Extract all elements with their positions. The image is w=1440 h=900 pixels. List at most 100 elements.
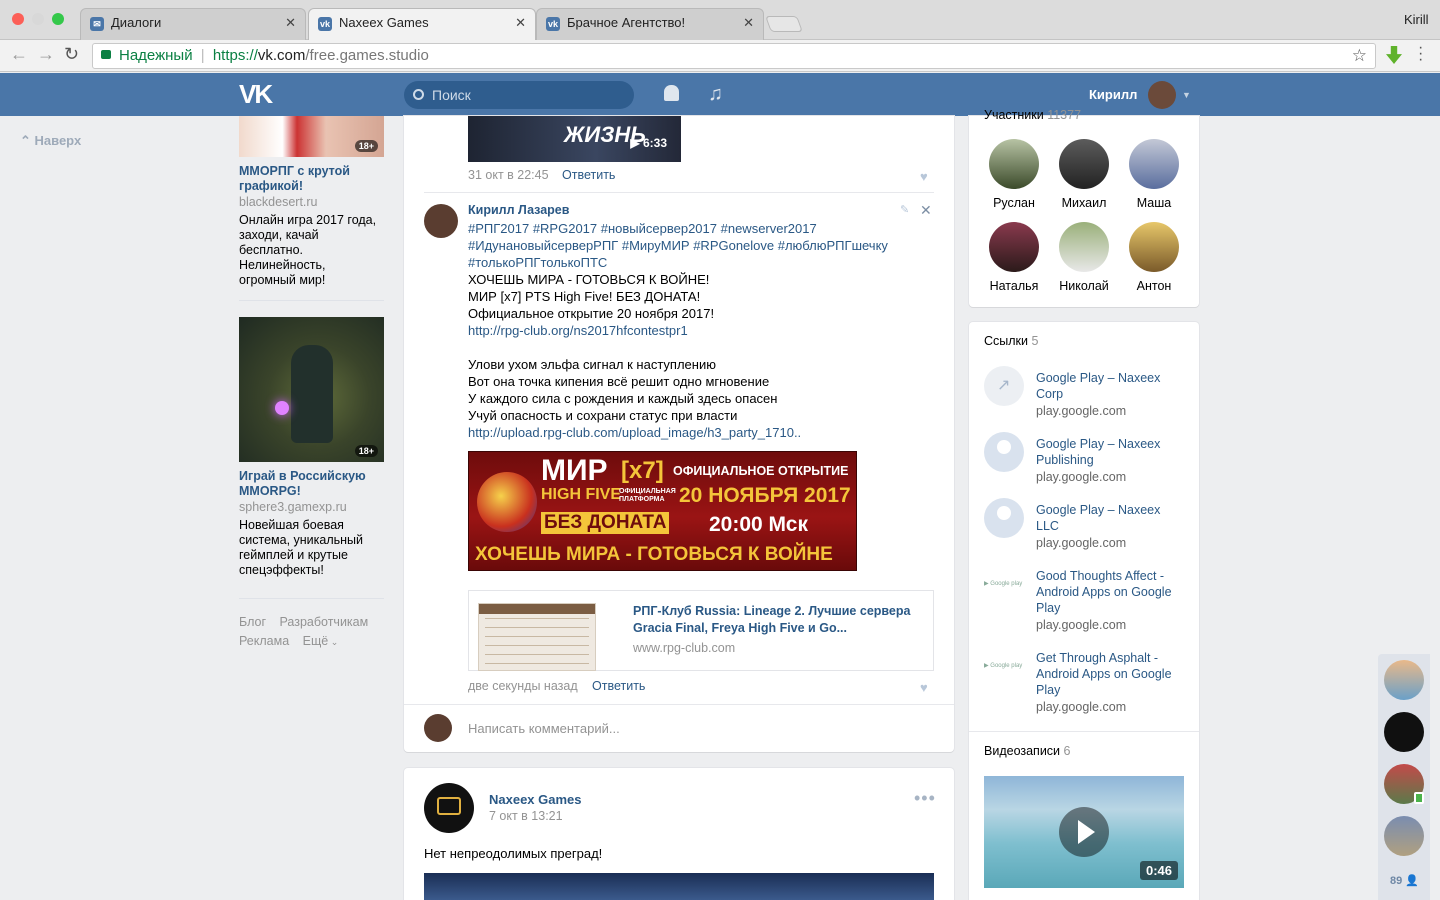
- member-avatar[interactable]: [1059, 139, 1109, 189]
- ad-title[interactable]: ММОРПГ с крутой графикой!: [239, 164, 384, 194]
- link-snippet-title[interactable]: РПГ-Клуб Russia: Lineage 2. Лучшие серве…: [633, 603, 919, 637]
- comment-time[interactable]: две секунды назад: [468, 679, 578, 693]
- bookmark-star-icon[interactable]: ☆: [1352, 46, 1367, 66]
- member-name[interactable]: Антон: [1119, 279, 1189, 293]
- video-thumbnail[interactable]: ЖИЗНЬ ▶ 6:33: [468, 116, 681, 162]
- links-header[interactable]: Ссылки 5: [984, 334, 1038, 348]
- hashtags-line[interactable]: #РПГ2017 #RPG2017 #новыйсервер2017 #news…: [468, 220, 817, 237]
- footer-ads-link[interactable]: Реклама: [239, 634, 289, 648]
- comment-input[interactable]: Написать комментарий...: [468, 721, 620, 736]
- menu-kebab-icon[interactable]: · · ·: [1418, 40, 1423, 68]
- video-thumbnail[interactable]: 0:46: [984, 776, 1184, 888]
- promo-banner-image[interactable]: МИР [x7] HIGH FIVE ОФИЦИАЛЬНАЯ ПЛАТФОРМА…: [468, 451, 857, 571]
- ad-image[interactable]: 18+: [239, 116, 384, 157]
- ad-domain[interactable]: sphere3.gamexp.ru: [239, 500, 347, 514]
- chat-contact-avatar[interactable]: [1384, 816, 1424, 856]
- vk-favicon-icon: vk: [318, 17, 332, 31]
- ad-text[interactable]: Новейшая боевая система, уникальный гейм…: [239, 518, 384, 578]
- ad-text[interactable]: Онлайн игра 2017 года, заходи, качай бес…: [239, 213, 384, 288]
- footer-developers-link[interactable]: Разработчикам: [280, 615, 369, 629]
- chat-contact-avatar[interactable]: [1384, 660, 1424, 700]
- address-bar[interactable]: Надежный | https://vk.com/free.games.stu…: [92, 43, 1376, 69]
- bell-icon[interactable]: [664, 85, 679, 101]
- member-avatar[interactable]: [1059, 222, 1109, 272]
- chat-online-count[interactable]: 89 👤: [1390, 874, 1419, 887]
- link-title[interactable]: Google Play – Naxeex Corp: [1036, 370, 1186, 402]
- comment-link[interactable]: http://upload.rpg-club.com/upload_image/…: [468, 424, 801, 441]
- reply-link[interactable]: Ответить: [562, 168, 615, 182]
- link-arrow-icon[interactable]: ↗: [984, 366, 1024, 406]
- members-header[interactable]: Участники 11377: [984, 108, 1081, 122]
- search-input[interactable]: Поиск: [404, 81, 634, 109]
- member-avatar[interactable]: [1129, 139, 1179, 189]
- member-name[interactable]: Наталья: [979, 279, 1049, 293]
- chat-contact-avatar[interactable]: [1384, 712, 1424, 752]
- video-duration: 0:46: [1139, 861, 1178, 880]
- music-icon[interactable]: ♫: [708, 83, 723, 106]
- link-snippet[interactable]: РПГ-Клуб Russia: Lineage 2. Лучшие серве…: [468, 590, 934, 671]
- comment-text-line: Учуй опасность и сохрани статус при влас…: [468, 408, 738, 423]
- close-window-button[interactable]: [12, 13, 24, 25]
- hashtags-line[interactable]: #ИдунановыйсерверРПГ #МируМИР #RPGonelov…: [468, 237, 888, 254]
- videos-header[interactable]: Видеозаписи 6: [984, 744, 1070, 758]
- member-name[interactable]: Михаил: [1049, 196, 1119, 210]
- footer-more-link[interactable]: Ещё: [303, 634, 329, 648]
- minimize-window-button[interactable]: [32, 13, 44, 25]
- back-to-top-button[interactable]: ⌃ Наверх: [20, 133, 81, 149]
- link-title[interactable]: Get Through Asphalt - Android Apps on Go…: [1036, 650, 1186, 698]
- default-user-icon[interactable]: [984, 432, 1024, 472]
- header-user-name[interactable]: Кирилл: [1089, 87, 1137, 102]
- ad-image[interactable]: 18+: [239, 317, 384, 462]
- google-play-logo-icon[interactable]: ▶ Google play: [984, 580, 1024, 588]
- reply-link[interactable]: Ответить: [592, 679, 645, 693]
- comment-author[interactable]: Кирилл Лазарев: [468, 203, 569, 217]
- link-title[interactable]: Google Play – Naxeex Publishing: [1036, 436, 1186, 468]
- maximize-window-button[interactable]: [52, 13, 64, 25]
- chevron-down-icon[interactable]: ▼: [1182, 90, 1191, 100]
- search-icon: [413, 89, 424, 100]
- post-author[interactable]: Naxeex Games: [489, 792, 582, 807]
- ad-domain[interactable]: blackdesert.ru: [239, 195, 318, 209]
- profile-name[interactable]: Kirill: [1404, 12, 1429, 27]
- like-heart-icon[interactable]: ♥: [920, 680, 928, 695]
- member-name[interactable]: Маша: [1119, 196, 1189, 210]
- tab-dialogs[interactable]: ✉ Диалоги ✕: [80, 8, 306, 40]
- tab-naxeex-games[interactable]: vk Naxeex Games ✕: [308, 8, 536, 40]
- footer-blog-link[interactable]: Блог: [239, 615, 266, 629]
- default-user-icon[interactable]: [984, 498, 1024, 538]
- group-avatar[interactable]: [424, 783, 474, 833]
- close-tab-icon[interactable]: ✕: [285, 15, 296, 31]
- back-arrow-icon[interactable]: ←: [10, 44, 28, 65]
- close-tab-icon[interactable]: ✕: [743, 15, 754, 31]
- close-tab-icon[interactable]: ✕: [515, 15, 526, 31]
- post-image[interactable]: [424, 873, 934, 900]
- reload-icon[interactable]: ↻: [64, 44, 79, 65]
- delete-x-icon[interactable]: ✕: [920, 202, 932, 219]
- play-button-icon[interactable]: [1059, 807, 1109, 857]
- vk-logo-icon[interactable]: VK: [239, 80, 273, 108]
- member-avatar[interactable]: [989, 222, 1039, 272]
- member-avatar[interactable]: [989, 139, 1039, 189]
- comment-link[interactable]: http://rpg-club.org/ns2017hfcontestpr1: [468, 322, 688, 339]
- member-avatar[interactable]: [1129, 222, 1179, 272]
- post-date[interactable]: 7 окт в 13:21: [489, 809, 563, 823]
- link-title[interactable]: Google Play – Naxeex LLC: [1036, 502, 1186, 534]
- member-name[interactable]: Руслан: [979, 196, 1049, 210]
- new-tab-button[interactable]: [765, 16, 803, 32]
- link-url: play.google.com: [1036, 700, 1127, 714]
- footer-links-2: Реклама Ещё ⌄: [239, 634, 338, 648]
- tab-marriage-agency[interactable]: vk Брачное Агентство! ✕: [536, 8, 764, 40]
- edit-pencil-icon[interactable]: ✎: [900, 203, 909, 216]
- hashtags-line[interactable]: #толькоРПГтолькоПТС: [468, 254, 607, 271]
- like-heart-icon[interactable]: ♥: [920, 169, 928, 184]
- forward-arrow-icon[interactable]: →: [37, 44, 55, 65]
- header-avatar[interactable]: [1148, 81, 1176, 109]
- comment-date[interactable]: 31 окт в 22:45: [468, 168, 549, 182]
- link-title[interactable]: Good Thoughts Affect - Android Apps on G…: [1036, 568, 1186, 616]
- commenter-avatar[interactable]: [424, 204, 458, 238]
- member-name[interactable]: Николай: [1049, 279, 1119, 293]
- google-play-logo-icon[interactable]: ▶ Google play: [984, 662, 1024, 670]
- divider: [239, 300, 384, 301]
- more-dots-icon[interactable]: •••: [914, 788, 936, 809]
- ad-title[interactable]: Играй в Российскую MMORPG!: [239, 469, 384, 499]
